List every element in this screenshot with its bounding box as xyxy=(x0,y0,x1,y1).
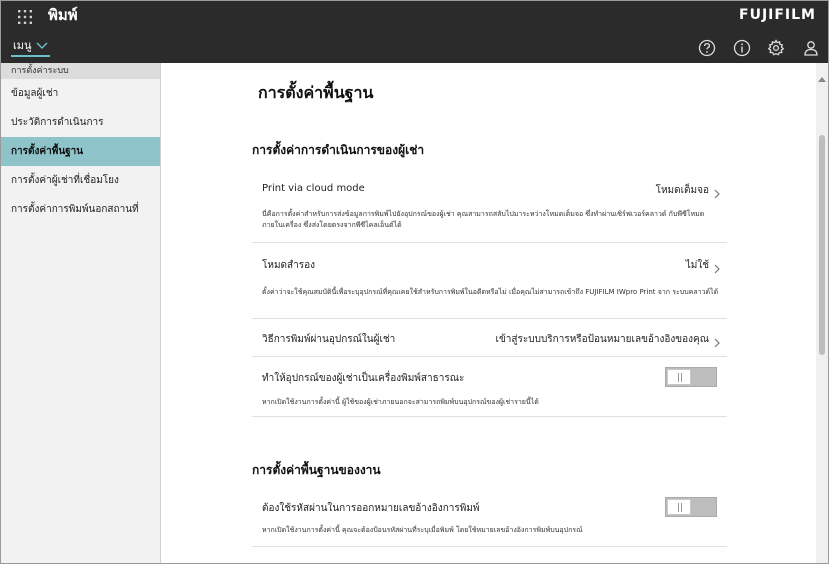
toggle-knob xyxy=(667,499,691,515)
setting-label: วิธีการพิมพ์ผ่านอุปกรณ์ในผู้เช่า xyxy=(262,334,396,345)
chevron-right-icon xyxy=(713,184,721,199)
app-title: พิมพ์ xyxy=(48,6,78,24)
setting-label: ทำให้อุปกรณ์ของผู้เช่าเป็นเครื่องพิมพ์สา… xyxy=(262,373,465,384)
toggle-knob xyxy=(667,369,691,385)
setting-description: หากเปิดใช้งานการตั้งค่านี้ คุณจะต้องป้อน… xyxy=(262,526,583,534)
public-printer-toggle[interactable] xyxy=(665,367,717,387)
setting-description: นี่คือการตั้งค่าสำหรับการส่งข้อมูลการพิม… xyxy=(262,210,705,229)
setting-label: Print via cloud mode xyxy=(262,183,365,194)
main-content: การตั้งค่าพื้นฐาน การตั้งค่าการดำเนินการ… xyxy=(162,63,828,563)
setting-row-require-password: ต้องใช้รหัสผ่านในการออกหมายเลขอ้างอิงการ… xyxy=(252,487,727,547)
help-icon[interactable] xyxy=(698,39,716,57)
brand-logo: FUJIFILM xyxy=(739,7,816,23)
section-title-job-basics: การตั้งค่าพื้นฐานของงาน xyxy=(252,463,381,477)
grid-icon[interactable] xyxy=(17,9,33,25)
setting-value: ไม่ใช้ xyxy=(685,260,709,271)
sidebar-section-system-settings: การตั้งค่าระบบ xyxy=(1,63,160,79)
sidebar: การตั้งค่าระบบ ข้อมูลผู้เช่า ประวัติการด… xyxy=(1,63,161,563)
menu-label: เมนู xyxy=(13,39,32,52)
tenant-operations-card: Print via cloud mode โหมดเต็มจอ นี่คือกา… xyxy=(252,169,727,419)
setting-label: โหมดสำรอง xyxy=(262,260,316,271)
setting-row-print-via-cloud[interactable]: Print via cloud mode โหมดเต็มจอ นี่คือกา… xyxy=(252,169,727,243)
gear-icon[interactable] xyxy=(767,39,785,57)
scrollbar[interactable] xyxy=(816,63,828,563)
section-title-tenant-operations: การตั้งค่าการดำเนินการของผู้เช่า xyxy=(252,143,425,157)
sidebar-item-operation-history[interactable]: ประวัติการดำเนินการ xyxy=(1,108,160,137)
app-window: พิมพ์ FUJIFILM เมนู การตั้งค่าระบบ ข้อมู… xyxy=(0,0,829,564)
chevron-down-icon xyxy=(36,41,48,51)
scroll-up-icon[interactable] xyxy=(818,67,826,82)
page-title: การตั้งค่าพื้นฐาน xyxy=(258,83,374,102)
app-header: พิมพ์ FUJIFILM เมนู xyxy=(1,1,828,63)
setting-value: เข้าสู่ระบบบริการหรือป้อนหมายเลขอ้างอิงข… xyxy=(495,334,709,345)
chevron-right-icon xyxy=(713,333,721,348)
sidebar-item-linked-tenant-settings[interactable]: การตั้งค่าผู้เช่าที่เชื่อมโยง xyxy=(1,166,160,195)
setting-row-backup-mode[interactable]: โหมดสำรอง ไม่ใช้ ตั้งค่าว่าจะใช้คุณสมบัต… xyxy=(252,243,727,319)
job-basics-card: ต้องใช้รหัสผ่านในการออกหมายเลขอ้างอิงการ… xyxy=(252,487,727,563)
setting-description: ตั้งค่าว่าจะใช้คุณสมบัตินี้เพื่อระบุอุปก… xyxy=(262,288,719,296)
chevron-right-icon xyxy=(713,259,721,274)
sidebar-item-tenant-info[interactable]: ข้อมูลผู้เช่า xyxy=(1,79,160,108)
user-icon[interactable] xyxy=(802,39,820,57)
info-icon[interactable] xyxy=(733,39,751,57)
setting-value: โหมดเต็มจอ xyxy=(655,185,709,196)
scroll-thumb[interactable] xyxy=(819,135,825,355)
setting-row-partial xyxy=(252,547,727,563)
setting-row-print-method[interactable]: วิธีการพิมพ์ผ่านอุปกรณ์ในผู้เช่า เข้าสู่… xyxy=(252,319,727,357)
setting-label: ต้องใช้รหัสผ่านในการออกหมายเลขอ้างอิงการ… xyxy=(262,503,480,514)
menu-button[interactable]: เมนู xyxy=(11,39,50,57)
scroll-down-icon[interactable] xyxy=(818,555,826,561)
sidebar-item-offsite-print-settings[interactable]: การตั้งค่าการพิมพ์นอกสถานที่ xyxy=(1,195,160,224)
setting-description: หากเปิดใช้งานการตั้งค่านี้ ผู้ใช้ของผู้เ… xyxy=(262,398,539,406)
sidebar-item-basic-settings[interactable]: การตั้งค่าพื้นฐาน xyxy=(1,137,160,166)
require-password-toggle[interactable] xyxy=(665,497,717,517)
setting-row-public-printer: ทำให้อุปกรณ์ของผู้เช่าเป็นเครื่องพิมพ์สา… xyxy=(252,357,727,417)
